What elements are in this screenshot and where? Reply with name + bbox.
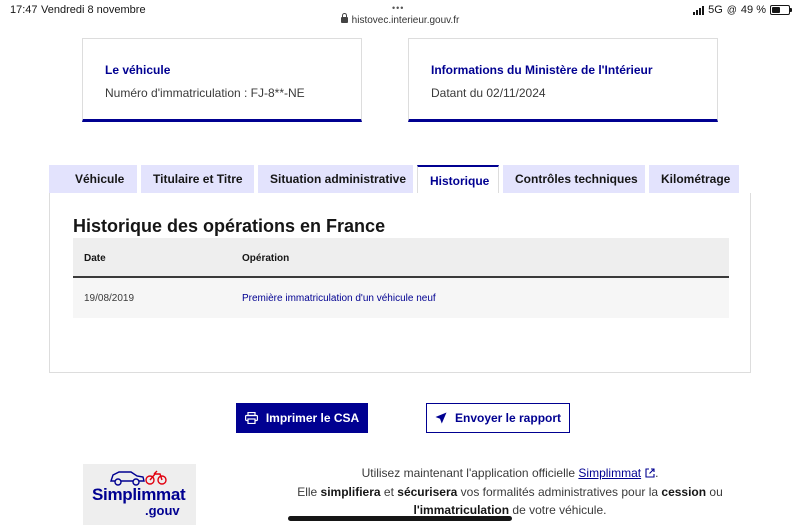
tab-titulaire-titre[interactable]: Titulaire et Titre [141,165,254,193]
network-label: 5G [708,4,723,16]
tab-kilometrage[interactable]: Kilométrage [649,165,739,193]
column-header-operation: Opération [242,253,290,264]
promo-line-2: Elle simplifiera et sécurisera vos forma… [200,483,800,501]
home-indicator[interactable] [288,516,512,521]
tab-situation-administrative[interactable]: Situation administrative [258,165,413,193]
promo-text: Utilisez maintenant l'application offici… [361,466,579,480]
address-bar[interactable]: histovec.interieur.gouv.fr [0,13,800,26]
promo-text: vos formalités administratives pour la [457,485,662,499]
send-report-button[interactable]: Envoyer le rapport [426,403,570,433]
simplimmat-logo[interactable]: Simplimmat .gouv [83,464,196,525]
printer-icon [244,412,258,424]
simplimmat-promo: Utilisez maintenant l'application offici… [200,464,800,519]
address-url: histovec.interieur.gouv.fr [351,15,460,26]
registration-number: Numéro d'immatriculation : FJ-8**-NE [105,86,305,100]
promo-line-1: Utilisez maintenant l'application offici… [200,464,800,483]
more-dots-icon[interactable]: ••• [392,3,404,13]
send-icon [435,412,447,424]
history-panel: Historique des opérations en France Date… [49,193,751,373]
status-right: 5G @ 49 % [693,4,792,16]
promo-text: Elle [297,485,321,499]
ministry-card-title: Informations du Ministère de l'Intérieur [431,63,653,77]
promo-text: et [380,485,398,499]
promo-emphasis: l'immatriculation [413,503,510,517]
promo-emphasis: sécurisera [397,485,458,499]
table-row: 19/08/2019 Première immatriculation d'un… [73,278,729,318]
logo-gouv: .gouv [145,503,180,518]
battery-fill [772,7,780,13]
print-csa-button[interactable]: Imprimer le CSA [236,403,368,433]
promo-text: . [655,466,659,480]
vehicle-card: Le véhicule Numéro d'immatriculation : F… [82,38,362,122]
signal-icon [693,5,705,15]
logo-wordmark: Simplimmat [92,485,186,504]
row-date: 19/08/2019 [84,293,135,304]
row-operation: Première immatriculation d'un véhicule n… [242,293,436,304]
table-header: Date Opération [73,238,729,278]
lock-icon [340,13,348,23]
battery-percent: 49 % [740,4,766,16]
tab-controles-techniques[interactable]: Contrôles techniques [503,165,645,193]
info-date: Datant du 02/11/2024 [431,86,546,100]
location-icon: @ [726,4,737,16]
history-heading: Historique des opérations en France [73,216,386,236]
external-link-icon[interactable] [645,465,655,483]
ministry-card: Informations du Ministère de l'Intérieur… [408,38,718,122]
promo-emphasis: cession [661,485,707,499]
print-csa-label: Imprimer le CSA [265,411,360,425]
vehicle-card-title: Le véhicule [105,63,171,77]
status-bar: 17:47 Vendredi 8 novembre ••• histovec.i… [0,0,800,30]
history-table: Date Opération 19/08/2019 Première immat… [73,238,729,318]
simplimmat-link[interactable]: Simplimmat [578,466,641,480]
promo-emphasis: simplifiera [320,485,381,499]
tab-historique[interactable]: Historique [417,165,499,195]
tab-vehicule[interactable]: Véhicule [63,165,137,193]
motorcycle-icon [145,470,167,485]
column-header-date: Date [84,253,106,264]
promo-text: de votre véhicule. [509,503,607,517]
tab-stub [49,165,63,193]
send-report-label: Envoyer le rapport [454,411,562,425]
battery-icon [770,5,792,15]
promo-text: ou [706,485,723,499]
report-tabs: Véhicule Titulaire et Titre Situation ad… [49,165,751,195]
